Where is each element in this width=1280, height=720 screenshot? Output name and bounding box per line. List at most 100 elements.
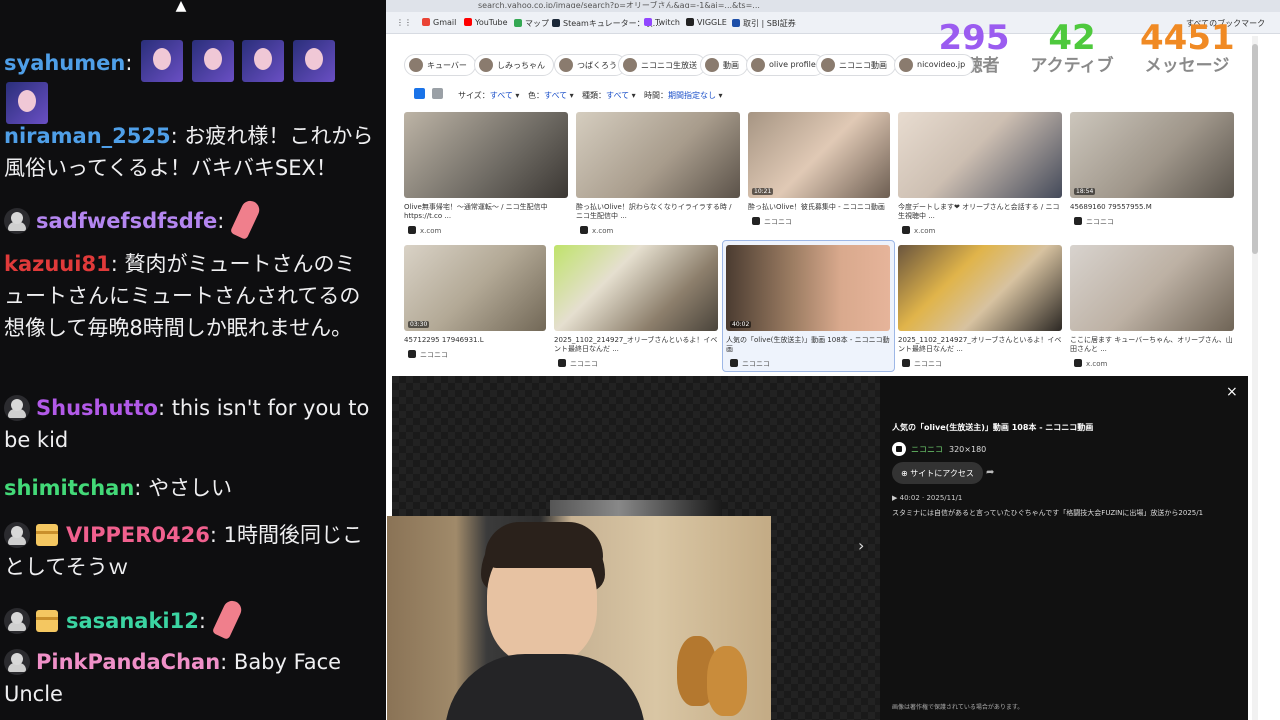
- chat-message: sadfwefsdfsdfe:: [4, 198, 376, 240]
- chat-message: niraman_2525: お疲れ様！これから風俗いってくるよ！バキバキSEX！: [4, 124, 374, 180]
- chat-username[interactable]: VIPPER0426: [66, 523, 210, 547]
- chip-avatar: [559, 58, 573, 72]
- result-source[interactable]: ニコニコ: [408, 350, 448, 360]
- apps-icon[interactable]: ⋮⋮: [396, 18, 412, 27]
- visit-site-button[interactable]: ⊕ サイトにアクセス: [892, 462, 983, 484]
- suggestion-chip[interactable]: olive profile: [746, 54, 825, 76]
- x-icon: [580, 226, 588, 234]
- chat-panel: ▲ syahumen: niraman_2525: お疲れ様！これから風俗いって…: [0, 0, 386, 720]
- next-arrow-icon[interactable]: ›: [858, 536, 864, 555]
- result-source[interactable]: ニコニコ: [902, 359, 942, 369]
- browser-toolbar: search.yahoo.co.jp/image/search?p=オリーブさん…: [386, 0, 1280, 12]
- result-caption[interactable]: 今度デートします❤ オリーブさんと会話する / ニコ生視聴中 ...: [898, 203, 1062, 221]
- chat-username[interactable]: PinkPandaChan: [36, 650, 220, 674]
- niconico-icon: [892, 442, 906, 456]
- result-source[interactable]: ニコニコ: [730, 359, 770, 369]
- chat-username[interactable]: sasanaki12: [66, 609, 199, 633]
- result-thumbnail[interactable]: [576, 112, 740, 198]
- suggestion-chip[interactable]: 動画: [700, 54, 748, 76]
- result-source[interactable]: ニコニコ: [1074, 217, 1114, 227]
- result-thumbnail[interactable]: 40:02: [726, 245, 890, 331]
- bookmark-gmail[interactable]: Gmail: [422, 18, 456, 27]
- gift-badge-icon: [36, 610, 58, 632]
- scrollbar-thumb[interactable]: [1252, 44, 1258, 254]
- chat-username[interactable]: sadfwefsdfsdfe: [36, 209, 217, 233]
- page-scrollbar[interactable]: [1252, 36, 1258, 720]
- chip-avatar: [479, 58, 493, 72]
- result-caption[interactable]: Olive無事帰宅！～通常運転～ / ニコ生配信中 https://t.co .…: [404, 203, 568, 221]
- result-caption[interactable]: 2025_1102_214927_オリーブさんといるよ！イベント最終日なんだ .…: [898, 336, 1062, 354]
- chat-username[interactable]: niraman_2525: [4, 124, 171, 148]
- result-thumbnail[interactable]: [898, 245, 1062, 331]
- chat-message: PinkPandaChan: Baby Face Uncle: [4, 649, 342, 706]
- result-source[interactable]: x.com: [408, 226, 441, 235]
- result-source[interactable]: ニコニコ: [558, 359, 598, 369]
- gift-badge-icon: [36, 524, 58, 546]
- preview-description: スタミナには自信があると言っていたひぐちゃんです「格闘技大会FUZINに出場」放…: [892, 509, 1204, 517]
- grid-view-icon[interactable]: [414, 88, 425, 99]
- chat-username[interactable]: kazuui81: [4, 252, 111, 276]
- chat-username[interactable]: shimitchan: [4, 476, 134, 500]
- viewer-count: 295: [938, 18, 1010, 58]
- suggestion-chip[interactable]: ニコニコ生放送: [618, 54, 706, 76]
- chat-message: sasanaki12:: [4, 598, 376, 640]
- emote-icon: [191, 40, 234, 82]
- chat-username[interactable]: syahumen: [4, 51, 125, 75]
- result-thumbnail[interactable]: 10:21: [748, 112, 890, 198]
- bookmark-youtube[interactable]: YouTube: [464, 18, 508, 27]
- bookmark-sbi[interactable]: 取引 | SBI証券: [732, 18, 796, 29]
- result-source[interactable]: x.com: [1074, 359, 1107, 368]
- x-icon: [902, 226, 910, 234]
- time-filter[interactable]: 時間：期間指定なし ▾: [644, 90, 723, 101]
- chip-avatar: [899, 58, 913, 72]
- result-source[interactable]: x.com: [902, 226, 935, 235]
- result-source[interactable]: ニコニコ: [752, 217, 792, 227]
- chat-message: shimitchan: やさしい: [4, 476, 233, 500]
- suggestion-chip[interactable]: ニコニコ動画: [816, 54, 896, 76]
- result-thumbnail[interactable]: [1070, 245, 1234, 331]
- result-thumbnail[interactable]: 03:30: [404, 245, 546, 331]
- list-view-icon[interactable]: [432, 88, 443, 99]
- result-caption[interactable]: 人気の「olive(生放送主)」動画 108本 - ニコニコ動画: [726, 336, 890, 354]
- emote-icon: [242, 40, 285, 82]
- webcam-person-hair: [485, 522, 603, 568]
- suggestion-chip[interactable]: しみっちゃん: [474, 54, 554, 76]
- scroll-up-icon[interactable]: ▲: [170, 0, 192, 14]
- video-duration: 03:30: [408, 321, 430, 328]
- chat-username[interactable]: Shushutto: [36, 396, 158, 420]
- emote-icon: [6, 82, 48, 124]
- result-caption[interactable]: ここに居ます キューバーちゃん、オリーブさん、山田さんと ...: [1070, 336, 1234, 354]
- suggestion-chip[interactable]: nicovideo.jp: [894, 54, 975, 76]
- active-count: 42: [1048, 18, 1096, 58]
- chip-avatar: [409, 58, 423, 72]
- size-filter[interactable]: サイズ：すべて ▾: [458, 90, 519, 101]
- color-filter[interactable]: 色：すべて ▾: [528, 90, 574, 101]
- result-caption[interactable]: 45712295 17946931.L: [404, 336, 546, 346]
- chat-message: Shushutto: this isn't for you to be kid: [4, 395, 370, 452]
- bookmark-viggle[interactable]: VIGGLE: [686, 18, 727, 27]
- chat-message: VIPPER0426: 1時間後同じことしてそうｗ: [4, 522, 363, 579]
- result-caption[interactable]: 酔っ払いOlive！訳わらなくなりイライラする時 / ニコ生配信中 ...: [576, 203, 740, 221]
- chip-avatar: [705, 58, 719, 72]
- type-filter[interactable]: 種類：すべて ▾: [582, 90, 636, 101]
- suggestion-chip[interactable]: つばくろう: [554, 54, 626, 76]
- result-thumbnail[interactable]: [404, 112, 568, 198]
- result-caption[interactable]: 2025_1102_214927_オリーブさんといるよ！イベント最終日なんだ .…: [554, 336, 718, 354]
- niconico-icon: [408, 350, 416, 358]
- preview-title[interactable]: 人気の「olive(生放送主)」動画 108本 - ニコニコ動画: [892, 422, 1093, 433]
- bookmark-twitch[interactable]: Twitch: [644, 18, 680, 27]
- result-thumbnail[interactable]: 18:54: [1070, 112, 1234, 198]
- close-icon[interactable]: ×: [1226, 384, 1238, 400]
- bookmark-maps[interactable]: マップ: [514, 18, 549, 29]
- share-icon[interactable]: ➦: [986, 467, 994, 478]
- result-source[interactable]: x.com: [580, 226, 613, 235]
- result-thumbnail[interactable]: [554, 245, 718, 331]
- address-bar[interactable]: search.yahoo.co.jp/image/search?p=オリーブさん…: [478, 0, 908, 8]
- result-thumbnail[interactable]: [898, 112, 1062, 198]
- x-icon: [1074, 359, 1082, 367]
- result-caption[interactable]: 45689160 79557955.M: [1070, 203, 1234, 213]
- user-badge-icon: [4, 608, 30, 634]
- chip-avatar: [821, 58, 835, 72]
- video-duration: 40:02: [730, 321, 752, 328]
- suggestion-chip[interactable]: キューバー: [404, 54, 476, 76]
